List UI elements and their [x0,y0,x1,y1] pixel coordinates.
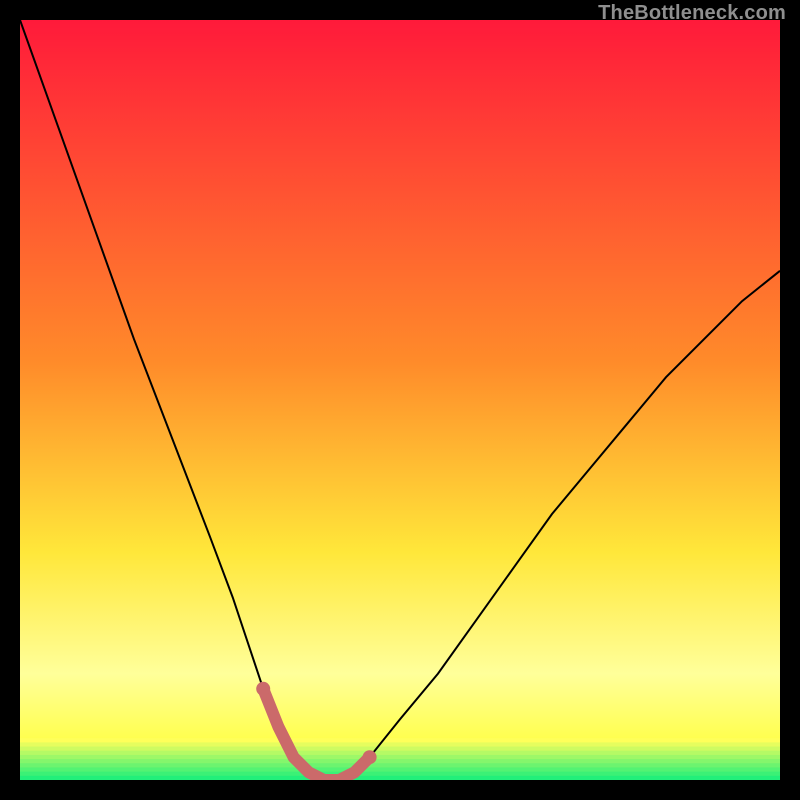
bottom-stripe-bands [20,738,780,780]
plot-area [20,20,780,780]
gradient-background [20,20,780,780]
bottleneck-chart [20,20,780,780]
chart-frame: TheBottleneck.com [0,0,800,800]
